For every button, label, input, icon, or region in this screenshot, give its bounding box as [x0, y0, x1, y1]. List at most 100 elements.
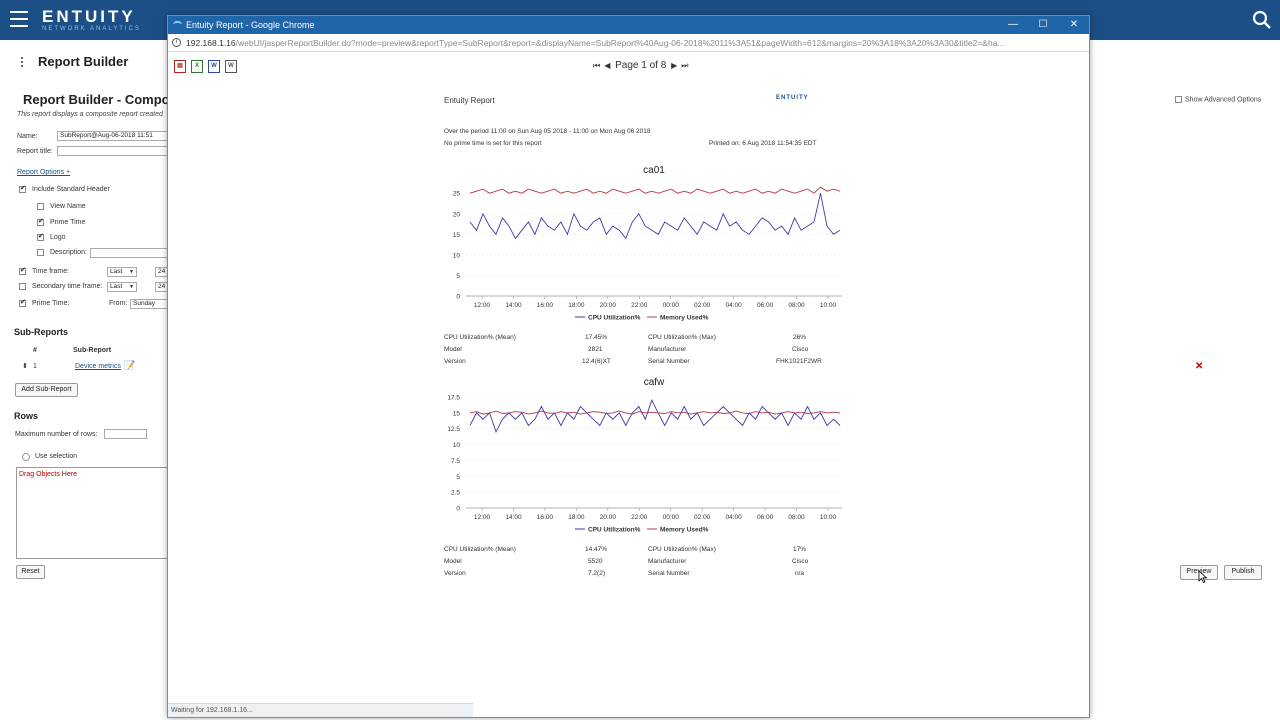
close-window-button[interactable]: ✕ [1059, 16, 1089, 34]
manufacturer-label: Manufacturer [648, 346, 687, 353]
status-bar: Waiting for 192.168.1.16... [168, 703, 473, 717]
show-advanced-options[interactable]: Show Advanced Options [1175, 96, 1261, 103]
chart-title: cafw [644, 377, 665, 388]
chart-title: ca01 [643, 165, 665, 176]
entuity-logo[interactable]: ENTUITY NETWORK ANALYTICS [42, 8, 141, 33]
y-tick-label: 15 [453, 232, 461, 239]
x-tick-label: 18:00 [568, 302, 585, 309]
x-tick-label: 02:00 [694, 514, 711, 521]
y-tick-label: 5 [456, 273, 460, 280]
include-header-checkbox[interactable] [19, 184, 26, 193]
sub-report-row-number: 1 [33, 363, 37, 370]
x-tick-label: 12:00 [474, 514, 491, 521]
cpu-max-label: CPU Utilization% (Max) [648, 334, 716, 341]
manufacturer-label: Manufacturer [648, 558, 687, 565]
serial-value: FHK1021F2WR [776, 358, 822, 365]
export-word-icon[interactable]: W [208, 60, 220, 73]
name-input[interactable]: SubReport@Aug-06-2018 11:51 [57, 131, 170, 141]
y-tick-label: 0 [456, 506, 460, 513]
serial-value: n/a [795, 570, 805, 577]
window-titlebar[interactable]: Entuity Report - Google Chrome — ☐ ✕ [168, 16, 1089, 34]
prime-time-filter-label: Prime Time: [32, 300, 70, 307]
address-bar[interactable]: i 192.168.1.16/webUI/jasperReportBuilder… [168, 34, 1089, 52]
prev-page-icon[interactable]: ◀ [602, 61, 612, 70]
browser-popup-window: Entuity Report - Google Chrome — ☐ ✕ i 1… [167, 15, 1090, 718]
series-line-cpu-utilization- [469, 399, 841, 434]
description-input[interactable] [90, 248, 170, 258]
x-tick-label: 04:00 [725, 302, 742, 309]
minimize-button[interactable]: — [998, 16, 1028, 34]
manufacturer-value: Cisco [792, 558, 809, 565]
first-page-icon[interactable]: ⏮ [591, 61, 602, 70]
time-frame-checkbox[interactable] [19, 266, 26, 275]
report-builder-panel: Report Builder Report Builder - Compo Th… [0, 40, 170, 720]
export-pdf-icon[interactable]: ▤ [174, 60, 186, 73]
chart-ca01: ca01 0 5 10 15 20 25 12:00 14:00 16:00 18:00 20:00 2… [453, 165, 842, 322]
report-options-toggle[interactable]: Report Options + [17, 169, 70, 176]
view-name-label: View Name [50, 203, 86, 210]
manufacturer-value: Cisco [792, 346, 809, 353]
y-tick-label: 5 [456, 474, 460, 481]
x-tick-label: 04:00 [725, 514, 742, 521]
view-name-checkbox[interactable] [37, 203, 44, 210]
drag-objects-text: Drag Objects Here [19, 471, 77, 478]
search-icon[interactable] [1252, 10, 1272, 30]
include-header-label: Include Standard Header [32, 186, 110, 193]
series-line-cpu-utilization- [469, 193, 841, 240]
url-path: /webUI/jasperReportBuilder.do?mode=previ… [235, 38, 1005, 48]
y-tick-label: 25 [453, 191, 461, 198]
cpu-mean-label: CPU Utilization% (Mean) [444, 546, 516, 553]
model-value: 2821 [588, 346, 603, 353]
show-advanced-label: Show Advanced Options [1185, 96, 1262, 104]
secondary-time-frame-checkbox[interactable] [19, 283, 26, 290]
reset-button[interactable]: Reset [16, 565, 45, 579]
next-page-icon[interactable]: ▶ [669, 61, 679, 70]
use-selection-label: Use selection [35, 453, 78, 460]
last-page-icon[interactable]: ⏭ [679, 61, 690, 70]
y-tick-label: 0 [456, 294, 460, 301]
cpu-max-value: 17% [793, 546, 807, 553]
export-excel-icon[interactable]: X [191, 60, 203, 73]
add-sub-report-button[interactable]: Add Sub-Report [15, 383, 78, 397]
export-other-icon[interactable]: W [225, 60, 237, 73]
report-heading: Report Builder - Compo [23, 92, 170, 107]
prime-time-filter-checkbox[interactable] [19, 298, 26, 307]
prime-time-checkbox[interactable] [37, 217, 44, 226]
publish-button[interactable]: Publish [1224, 565, 1262, 580]
cpu-mean-label: CPU Utilization% (Mean) [444, 334, 516, 341]
logo-checkbox[interactable] [37, 232, 44, 241]
page-navigation: ⏮ ◀ Page 1 of 8 ▶ ⏭ [591, 60, 690, 71]
info-icon[interactable]: i [172, 38, 181, 47]
close-icon[interactable]: ✕ [1195, 361, 1203, 372]
sub-report-link[interactable]: Device metrics [75, 363, 121, 370]
more-options-icon[interactable] [20, 57, 24, 69]
report-title-input[interactable] [57, 146, 170, 156]
use-selection-radio[interactable] [22, 453, 30, 461]
sub-reports-heading: Sub-Reports [14, 327, 68, 337]
serial-label: Serial Number [648, 358, 690, 365]
report-description: This report displays a composite report … [17, 111, 163, 118]
x-tick-label: 16:00 [537, 302, 554, 309]
x-tick-label: 16:00 [537, 514, 554, 521]
model-label: Model [444, 558, 462, 565]
from-select[interactable]: Sunday [130, 299, 170, 309]
show-advanced-checkbox[interactable] [1175, 96, 1182, 103]
series-line-memory-used- [469, 186, 841, 194]
x-tick-label: 06:00 [757, 302, 774, 309]
x-tick-label: 06:00 [757, 514, 774, 521]
cpu-mean-value: 14.47% [585, 546, 608, 553]
chrome-icon [173, 21, 182, 29]
max-rows-input[interactable] [104, 429, 147, 439]
x-tick-label: 10:00 [820, 302, 837, 309]
secondary-time-frame-select[interactable]: Last [107, 282, 137, 292]
time-frame-select[interactable]: Last [107, 267, 137, 277]
edit-icon[interactable]: 📝 [124, 360, 135, 371]
drag-handle-icon[interactable]: ⬍ [22, 362, 28, 370]
report-period: Over the period 11:00 on Sun Aug 05 2018… [444, 128, 651, 135]
menu-icon[interactable] [10, 11, 28, 27]
x-tick-label: 20:00 [600, 514, 617, 521]
printed-timestamp: Printed on: 6 Aug 2018 11:54:35 EDT [709, 140, 817, 147]
drag-objects-area[interactable]: Drag Objects Here [16, 467, 170, 559]
maximize-button[interactable]: ☐ [1028, 16, 1058, 34]
description-checkbox[interactable] [37, 249, 44, 256]
